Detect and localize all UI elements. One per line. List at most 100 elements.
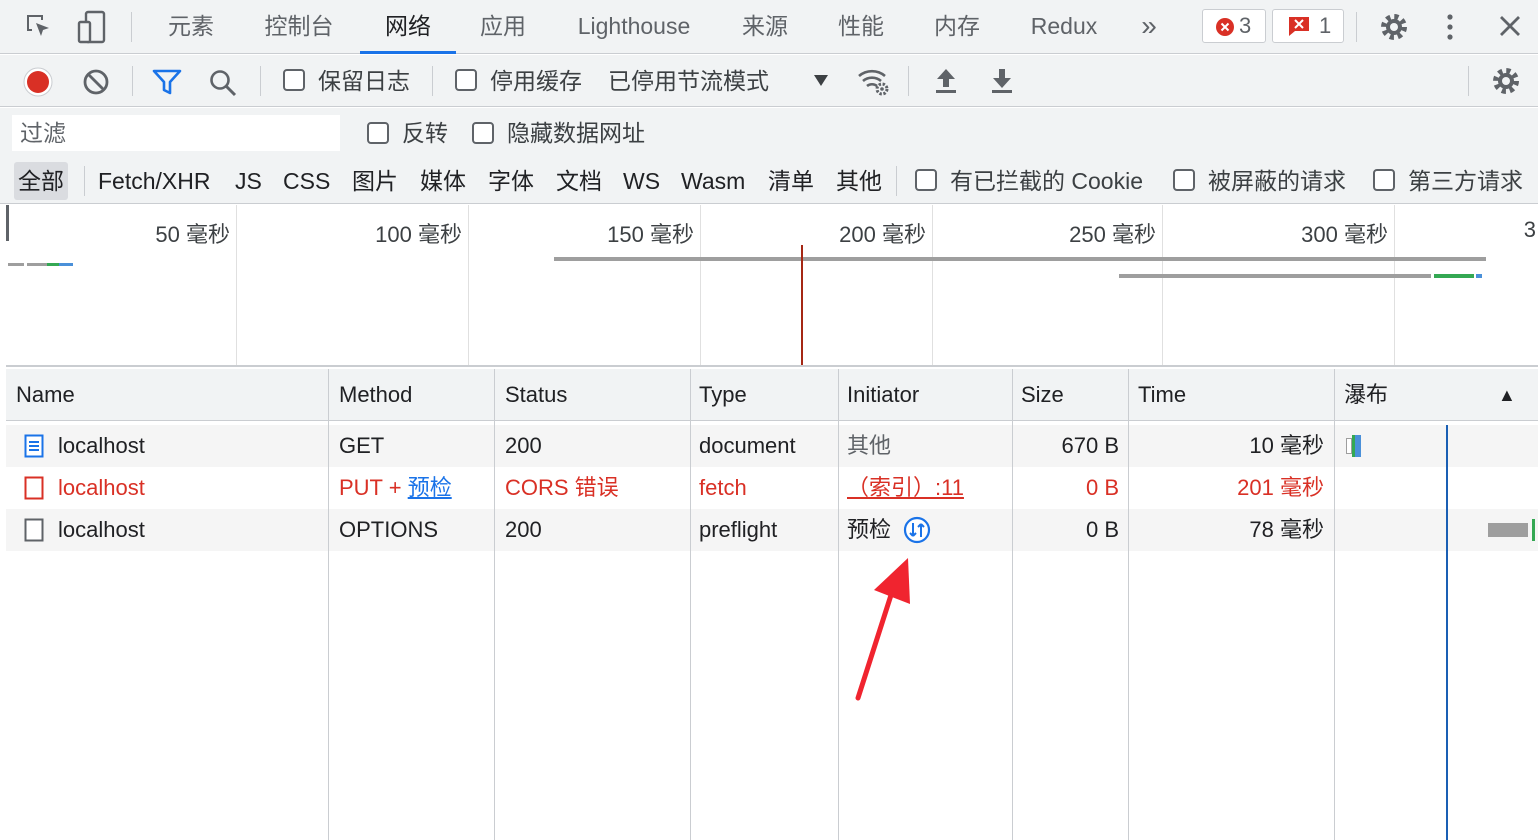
table-row[interactable]: localhost PUT + 预检 CORS 错误 fetch （索引）:11… [6, 467, 1538, 509]
column-header-name[interactable]: Name [6, 369, 328, 421]
filter-bar: 反转 隐藏数据网址 [0, 108, 1538, 158]
column-header-initiator[interactable]: Initiator [837, 369, 1010, 421]
search-icon[interactable] [208, 68, 238, 98]
timeline-overview[interactable]: 50 毫秒 100 毫秒 150 毫秒 200 毫秒 250 毫秒 300 毫秒… [6, 205, 1538, 367]
tab-lighthouse[interactable]: Lighthouse [566, 0, 702, 54]
third-party-checkbox[interactable] [1373, 169, 1395, 191]
more-options-icon[interactable] [1440, 12, 1460, 42]
type-all[interactable]: 全部 [14, 162, 68, 200]
devtools-tab-bar: 元素 控制台 网络 应用 Lighthouse 来源 性能 内存 Redux »… [0, 0, 1538, 54]
request-status: 200 [505, 517, 542, 542]
overview-bar [1476, 274, 1482, 278]
disable-cache-label: 停用缓存 [490, 68, 582, 94]
preserve-log-label: 保留日志 [318, 68, 410, 94]
third-party-label: 第三方请求 [1408, 168, 1523, 194]
hide-data-urls-label: 隐藏数据网址 [507, 120, 645, 146]
type-js[interactable]: JS [231, 162, 266, 200]
device-toolbar-icon[interactable] [76, 10, 108, 44]
preserve-log-checkbox[interactable] [283, 69, 305, 91]
network-conditions-icon[interactable] [856, 65, 890, 97]
network-settings-gear-icon[interactable] [1490, 65, 1522, 97]
column-header-waterfall[interactable]: 瀑布 [1334, 369, 1484, 421]
tab-elements[interactable]: 元素 [156, 0, 226, 54]
dropdown-arrow-icon[interactable] [814, 75, 828, 87]
hide-data-urls-checkbox[interactable] [472, 122, 494, 144]
request-name: localhost [58, 433, 145, 458]
filter-input[interactable] [12, 115, 340, 151]
tab-console[interactable]: 控制台 [252, 0, 346, 54]
request-initiator: 其他 [847, 433, 892, 458]
overview-bar [554, 257, 1486, 261]
clear-icon[interactable] [82, 68, 110, 96]
record-button[interactable] [22, 66, 54, 98]
load-event-marker [801, 245, 803, 365]
issue-count: 1 [1319, 13, 1332, 38]
request-size: 0 B [1085, 475, 1119, 500]
invert-checkbox[interactable] [367, 122, 389, 144]
more-tabs-button[interactable]: » [1132, 0, 1166, 54]
disable-cache-checkbox[interactable] [455, 69, 477, 91]
request-size: 0 B [1085, 517, 1119, 542]
blocked-requests-checkbox[interactable] [1173, 169, 1195, 191]
filter-icon[interactable] [152, 68, 182, 96]
tab-redux[interactable]: Redux [1020, 0, 1108, 54]
request-type: preflight [699, 517, 778, 542]
type-other[interactable]: 其他 [832, 162, 886, 200]
overview-tick-label: 250 毫秒 [1069, 222, 1156, 247]
tab-application[interactable]: 应用 [470, 0, 536, 54]
blocked-cookies-checkbox[interactable] [915, 169, 937, 191]
tab-sources[interactable]: 来源 [732, 0, 798, 54]
type-ws[interactable]: WS [619, 162, 664, 200]
type-media[interactable]: 媒体 [416, 162, 470, 200]
dom-content-loaded-marker [1446, 425, 1448, 840]
column-header-time[interactable]: Time [1128, 369, 1333, 421]
request-initiator: 预检 [847, 517, 892, 542]
overview-bar [8, 263, 24, 266]
request-time: 78 毫秒 [1249, 517, 1324, 542]
column-header-type[interactable]: Type [689, 369, 836, 421]
request-method: PUT + 预检 [339, 467, 452, 509]
type-manifest[interactable]: 清单 [764, 162, 818, 200]
type-font[interactable]: 字体 [484, 162, 538, 200]
table-row[interactable]: localhost OPTIONS 200 preflight 预检 0 B 7… [6, 509, 1538, 551]
inspect-element-icon[interactable] [24, 12, 54, 42]
type-img[interactable]: 图片 [348, 162, 402, 200]
table-header: Name Method Status Type Initiator Size T… [6, 369, 1538, 421]
type-css[interactable]: CSS [279, 162, 334, 200]
overview-tick-label: 100 毫秒 [375, 222, 462, 247]
sort-ascending-icon[interactable]: ▲ [1488, 369, 1528, 421]
overview-tick-label: 3 [1523, 217, 1536, 242]
type-fetch-xhr[interactable]: Fetch/XHR [94, 162, 214, 200]
waterfall-bar [1355, 435, 1361, 457]
throttling-select[interactable]: 已停用节流模式 [608, 55, 769, 107]
column-header-size[interactable]: Size [1011, 369, 1127, 421]
close-icon[interactable] [1498, 14, 1522, 38]
issue-flag-icon [1287, 15, 1311, 37]
request-time: 201 毫秒 [1237, 475, 1324, 500]
column-header-method[interactable]: Method [329, 369, 494, 421]
type-wasm[interactable]: Wasm [677, 162, 749, 200]
preflight-link[interactable]: 预检 [408, 475, 452, 500]
initiator-link[interactable]: （索引）:11 [847, 467, 964, 509]
tab-network[interactable]: 网络 [360, 0, 456, 54]
overview-bar [1434, 274, 1474, 278]
overview-tick-label: 150 毫秒 [607, 222, 694, 247]
overview-bar [27, 263, 47, 266]
tab-memory[interactable]: 内存 [924, 0, 990, 54]
error-count-badge[interactable]: 3 [1202, 9, 1266, 43]
issues-badge[interactable]: 1 [1272, 9, 1344, 43]
type-doc[interactable]: 文档 [552, 162, 606, 200]
column-header-status[interactable]: Status [495, 369, 690, 421]
overview-bar [59, 263, 73, 266]
invert-label: 反转 [402, 120, 448, 146]
overview-bar [1119, 274, 1431, 278]
request-name: localhost [58, 517, 145, 542]
tab-performance[interactable]: 性能 [828, 0, 894, 54]
settings-gear-icon[interactable] [1378, 11, 1410, 43]
preflight-link-icon[interactable] [903, 516, 931, 544]
table-row[interactable]: localhost GET 200 document 其他 670 B 10 毫… [6, 425, 1538, 467]
error-count: 3 [1239, 13, 1252, 38]
export-har-icon[interactable] [990, 67, 1014, 95]
import-har-icon[interactable] [934, 67, 958, 95]
request-type: fetch [699, 475, 747, 500]
